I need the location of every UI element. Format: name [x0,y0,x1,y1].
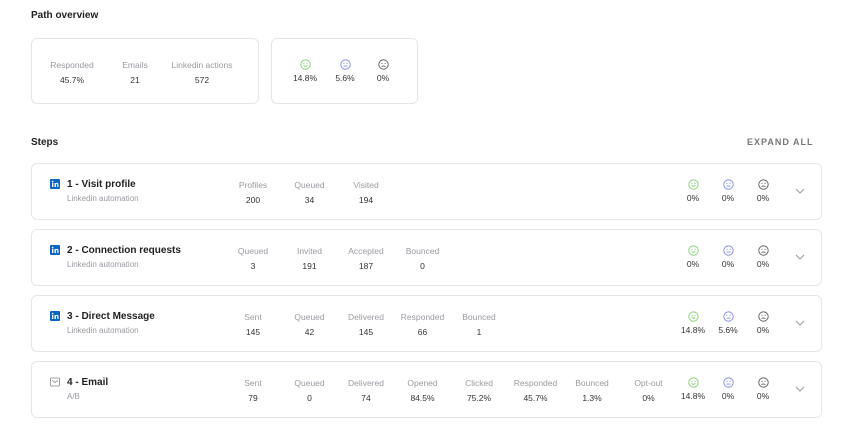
step-card[interactable]: 3 - Direct Message Linkedin automation S… [31,295,822,352]
negative-face-icon [743,311,783,322]
sentiment-neg: 0% [743,311,783,335]
sentiment-neu: 0% [708,179,748,203]
stat-value: 0 [420,261,425,271]
sentiment-value: 14.8% [680,391,706,401]
sentiment-neu: 5.6% [708,311,748,335]
sentiment-value: 14.8% [292,73,318,83]
sentiment-value: 0% [721,193,735,203]
step-subtitle: Linkedin automation [67,326,139,335]
sentiment-value: 0% [756,259,770,269]
stat-label: Responded [50,60,94,70]
chevron-down-icon[interactable] [794,186,806,196]
overview-stat: Linkedin actions 572 [167,60,237,85]
sentiment-value: 0% [686,193,700,203]
stat-value: 1 [476,327,482,337]
neutral-face-icon [708,311,748,322]
stat-label: Emails [122,60,148,70]
sentiment-value: 0% [376,73,390,83]
sentiment-value: 0% [756,325,770,335]
step-title: 1 - Visit profile [67,179,136,190]
stat-value: 45.7% [59,75,85,85]
chevron-down-icon[interactable] [794,384,806,394]
step-subtitle: A/B [67,392,80,401]
step-stat: Bounced 1 [444,312,514,337]
linkedin-icon [50,311,60,321]
sentiment-pos: 14.8% [673,377,713,401]
overview-sentiment-card: 14.8% 5.6% 0% [271,38,418,104]
step-subtitle: Linkedin automation [67,194,139,203]
step-title: 2 - Connection requests [67,245,181,256]
sentiment-value: 5.6% [335,73,355,83]
positive-face-icon [673,179,713,190]
neutral-face-icon [708,377,748,388]
sentiment-value: 0% [686,259,700,269]
sentiment-value: 0% [721,391,735,401]
step-stat: Visited 194 [331,180,401,205]
positive-face-icon [285,59,325,70]
stat-value: 572 [194,75,210,85]
negative-face-icon [743,377,783,388]
step-card[interactable]: 2 - Connection requests Linkedin automat… [31,229,822,286]
sentiment-value: 0% [756,193,770,203]
neutral-face-icon [325,59,365,70]
stat-value: 21 [130,75,140,85]
overview-stat: Responded 45.7% [37,60,107,85]
mail-icon [50,377,60,387]
neutral-face-icon [708,245,748,256]
sentiment-value: 14.8% [680,325,706,335]
chevron-down-icon[interactable] [794,252,806,262]
overview-stats-card: Responded 45.7% Emails 21 Linkedin actions… [31,38,259,104]
positive-face-icon [673,377,713,388]
negative-face-icon [363,59,403,70]
stat-label: Bounced [405,246,440,256]
stat-value: 194 [358,195,374,205]
sentiment-neg: 0% [743,179,783,203]
sentiment-neg: 0% [363,59,403,83]
chevron-down-icon[interactable] [794,318,806,328]
step-stat: Bounced 0 [388,246,458,271]
sentiment-neu: 0% [708,377,748,401]
sentiment-pos: 14.8% [673,311,713,335]
sentiment-neu: 0% [708,245,748,269]
sentiment-value: 0% [756,391,770,401]
stat-label: Visited [353,180,379,190]
step-title: 4 - Email [67,377,109,388]
sentiment-neg: 0% [743,245,783,269]
sentiment-neg: 0% [743,377,783,401]
sentiment-value: 0% [721,259,735,269]
overview-stat: Emails 21 [100,60,170,85]
sentiment-pos: 14.8% [285,59,325,83]
sentiment-pos: 0% [673,179,713,203]
positive-face-icon [673,311,713,322]
expand-all-button[interactable]: EXPAND ALL [747,137,814,147]
positive-face-icon [673,245,713,256]
path-overview-title: Path overview [31,10,99,21]
sentiment-value: 5.6% [718,325,738,335]
neutral-face-icon [708,179,748,190]
sentiment-pos: 0% [673,245,713,269]
step-card[interactable]: 1 - Visit profile Linkedin automation Pr… [31,163,822,220]
stat-label: Linkedin actions [171,60,233,70]
linkedin-icon [50,245,60,255]
negative-face-icon [743,245,783,256]
linkedin-icon [50,179,60,189]
step-subtitle: Linkedin automation [67,260,139,269]
step-title: 3 - Direct Message [67,311,155,322]
stat-label: Bounced [462,312,496,322]
negative-face-icon [743,179,783,190]
step-card[interactable]: 4 - Email A/B Sent 79 Queued 0 Delivered 74 Op… [31,361,822,418]
sentiment-neu: 5.6% [325,59,365,83]
steps-title: Steps [31,137,59,148]
